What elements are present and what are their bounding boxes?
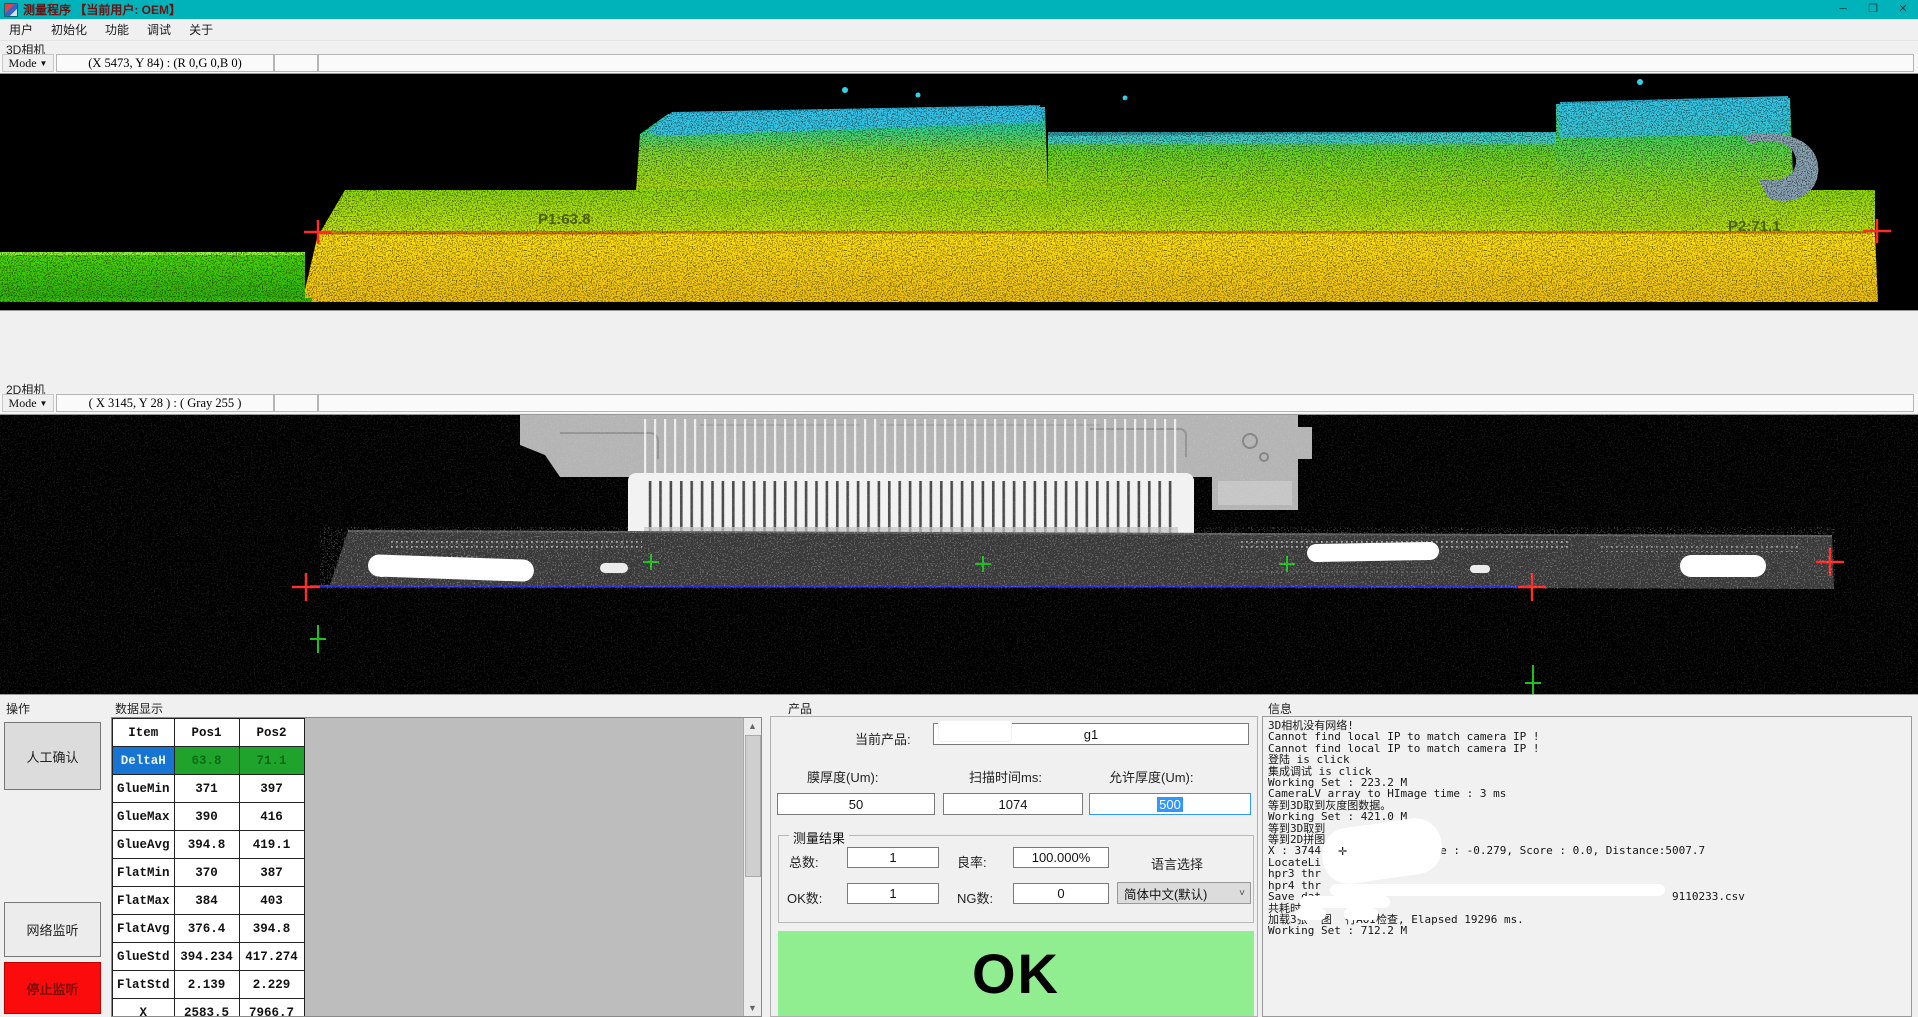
- info-label: 信息: [1268, 700, 1292, 717]
- cam3d-toolbar-box: [274, 54, 318, 72]
- chevron-down-icon: ˅: [1239, 888, 1245, 899]
- cam2d-toolbar: Mode ▼ ( X 3145, Y 28 ) : ( Gray 255 ): [0, 394, 1918, 413]
- close-button[interactable]: ✕: [1888, 0, 1918, 19]
- product-panel: 当前产品: g1 膜厚度(Um): 扫描时间ms: 允许厚度(Um): 50 1…: [770, 716, 1258, 1017]
- scroll-down-icon[interactable]: ▼: [744, 1000, 761, 1016]
- result-group-title: 测量结果: [789, 828, 849, 847]
- measurement-table: Item Pos1 Pos2 DeltaH63.871.1 GlueMin371…: [112, 718, 305, 1017]
- log-line: 登陆 is click: [1268, 754, 1906, 765]
- cam3d-toolbar-box-long: [318, 54, 1914, 72]
- table-row[interactable]: GlueMax390416: [113, 803, 305, 831]
- p1-label: P1:63.8: [538, 211, 591, 228]
- redaction-blob: [938, 720, 1012, 742]
- table-row[interactable]: X2583.57966.7: [113, 999, 305, 1017]
- minimize-button[interactable]: ─: [1828, 0, 1858, 19]
- allow-thickness-label: 允许厚度(Um):: [1109, 767, 1194, 786]
- status-badge: OK: [778, 931, 1254, 1016]
- ok-count-field[interactable]: 1: [847, 883, 939, 904]
- ok-count-label: OK数:: [787, 888, 822, 907]
- table-row[interactable]: FlatAvg376.4394.8: [113, 915, 305, 943]
- cam2d-toolbar-box-long: [318, 394, 1914, 412]
- table-scrollbar[interactable]: ▲ ▼: [743, 718, 761, 1016]
- log-line: Working Set : 712.2 M: [1268, 925, 1906, 936]
- menu-user[interactable]: 用户: [0, 18, 42, 41]
- result-groupbox: 测量结果 总数: 1 良率: 100.000% 语言选择 OK数: 1 NG数:…: [778, 835, 1254, 923]
- window-title: 测量程序 【当前用户: OEM】: [23, 1, 181, 18]
- menu-function[interactable]: 功能: [96, 18, 138, 41]
- total-label: 总数:: [789, 852, 819, 871]
- redaction-blob: [1344, 908, 1378, 920]
- ops-label: 操作: [6, 700, 30, 717]
- table-row[interactable]: GlueAvg394.8419.1: [113, 831, 305, 859]
- table-header-row: Item Pos1 Pos2: [113, 719, 305, 747]
- chevron-down-icon: ▼: [40, 59, 48, 68]
- app-window: 测量程序 【当前用户: OEM】 ─ ❐ ✕ 用户 初始化 功能 调试 关于 3…: [0, 0, 1918, 1017]
- total-field[interactable]: 1: [847, 847, 939, 868]
- current-product-label: 当前产品:: [855, 729, 911, 748]
- menu-about[interactable]: 关于: [180, 18, 222, 41]
- language-select[interactable]: 简体中文(默认) ˅: [1117, 882, 1251, 904]
- table-row[interactable]: DeltaH63.871.1: [113, 747, 305, 775]
- scrollbar-thumb[interactable]: [745, 735, 761, 877]
- table-row[interactable]: GlueMin371397: [113, 775, 305, 803]
- scan-time-field[interactable]: 1074: [943, 793, 1083, 815]
- redaction-blob: [1296, 908, 1326, 920]
- yield-field[interactable]: 100.000%: [1013, 847, 1109, 868]
- redaction-blob: [1330, 884, 1665, 896]
- redaction-blob: [1300, 896, 1390, 908]
- menu-bar: 用户 初始化 功能 调试 关于: [0, 19, 1918, 41]
- allow-thickness-field[interactable]: 500: [1089, 793, 1251, 815]
- restore-button[interactable]: ❐: [1858, 0, 1888, 19]
- log-line: Working Set : 421.0 M: [1268, 811, 1906, 822]
- scan-time-label: 扫描时间ms:: [969, 767, 1042, 786]
- yield-label: 良率:: [957, 852, 987, 871]
- cam3d-toolbar: Mode ▼ (X 5473, Y 84) : (R 0,G 0,B 0): [0, 54, 1918, 73]
- data-display-label: 数据显示: [115, 700, 163, 717]
- table-row[interactable]: FlatStd2.1392.229: [113, 971, 305, 999]
- cam2d-toolbar-box: [274, 394, 318, 412]
- table-row[interactable]: FlatMin370387: [113, 859, 305, 887]
- cam3d-image[interactable]: P1:63.8 P2:71.1: [0, 73, 1918, 311]
- table-row[interactable]: FlatMax384403: [113, 887, 305, 915]
- table-row[interactable]: GlueStd394.234417.274: [113, 943, 305, 971]
- title-bar: 测量程序 【当前用户: OEM】 ─ ❐ ✕: [0, 0, 1918, 19]
- menu-debug[interactable]: 调试: [138, 18, 180, 41]
- network-listen-button[interactable]: 网络监听: [4, 902, 101, 957]
- scroll-up-icon[interactable]: ▲: [744, 718, 761, 734]
- cam2d-pixel-readout: ( X 3145, Y 28 ) : ( Gray 255 ): [56, 394, 274, 412]
- product-label: 产品: [788, 700, 812, 717]
- cam2d-image[interactable]: [0, 414, 1918, 695]
- stop-listen-button[interactable]: 停止监听: [4, 962, 101, 1014]
- menu-init[interactable]: 初始化: [42, 18, 96, 41]
- cam2d-mode-dropdown[interactable]: Mode ▼: [2, 394, 54, 412]
- ng-count-label: NG数:: [957, 888, 993, 907]
- chevron-down-icon: ▼: [40, 399, 48, 408]
- manual-confirm-button[interactable]: 人工确认: [4, 722, 101, 790]
- app-icon: [4, 3, 18, 17]
- p2-label: P2:71.1: [1728, 218, 1781, 235]
- ng-count-field[interactable]: 0: [1013, 883, 1109, 904]
- film-thickness-field[interactable]: 50: [777, 793, 935, 815]
- film-thickness-label: 膜厚度(Um):: [807, 767, 879, 786]
- data-grid[interactable]: Item Pos1 Pos2 DeltaH63.871.1 GlueMin371…: [111, 717, 762, 1017]
- redaction-mark: ✛: [1338, 845, 1348, 855]
- log-line: Cannot find local IP to match camera IP …: [1268, 743, 1906, 754]
- language-label: 语言选择: [1151, 854, 1203, 873]
- cam3d-mode-dropdown[interactable]: Mode ▼: [2, 54, 54, 72]
- cam3d-pixel-readout: (X 5473, Y 84) : (R 0,G 0,B 0): [56, 54, 274, 72]
